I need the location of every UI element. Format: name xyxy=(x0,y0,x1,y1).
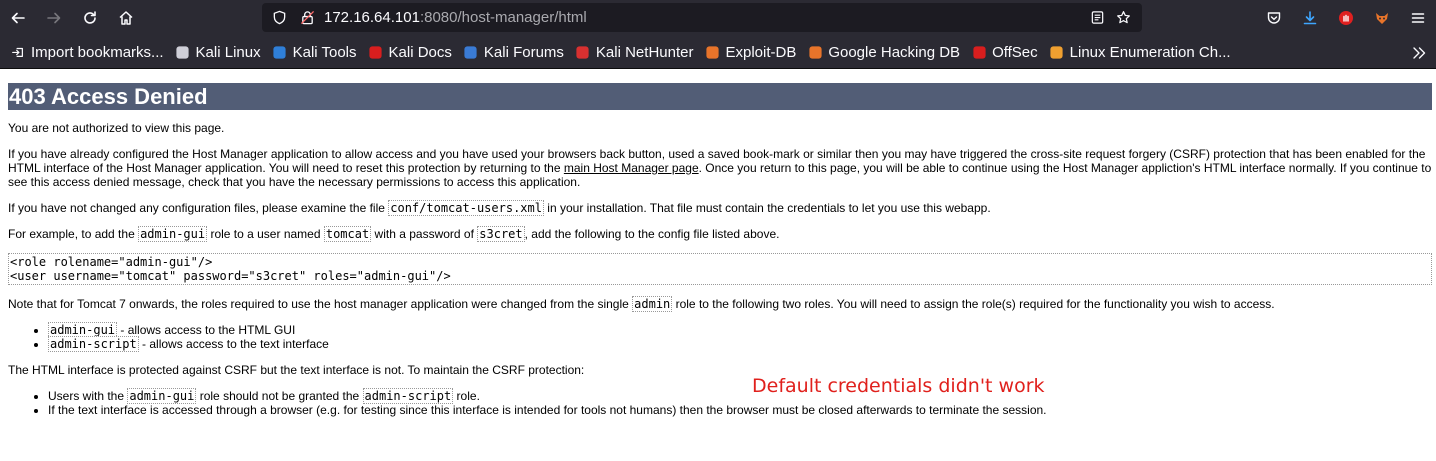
url-bar[interactable]: 172.16.64.101:8080/host-manager/html xyxy=(262,3,1142,32)
back-button[interactable] xyxy=(0,0,36,36)
bookmark-label: OffSec xyxy=(992,43,1038,61)
toolbar-right xyxy=(1256,0,1436,36)
rule-text-c: role. xyxy=(453,389,480,403)
csrf-explanation: If you have already configured the Host … xyxy=(8,147,1432,189)
bookmarks-overflow-button[interactable] xyxy=(1410,44,1428,62)
username-code: tomcat xyxy=(323,226,372,242)
foxyproxy-button[interactable] xyxy=(1364,0,1400,36)
roles-text-b: role to the following two roles. You wil… xyxy=(672,297,1275,311)
bookmark-item[interactable]: Google Hacking DB xyxy=(807,44,960,61)
hand-stop-icon xyxy=(1339,11,1353,25)
extension-button[interactable] xyxy=(1328,0,1364,36)
downloads-button[interactable] xyxy=(1292,0,1328,36)
config-text-b: in your installation. That file must con… xyxy=(543,201,991,215)
list-item: admin-script - allows access to the text… xyxy=(48,336,1432,352)
example-text-b: role to a user named xyxy=(207,227,324,241)
bookmark-item[interactable]: Exploit-DB xyxy=(704,44,796,61)
reload-button[interactable] xyxy=(72,0,108,36)
roles-list: admin-gui - allows access to the HTML GU… xyxy=(8,322,1432,352)
config-file-code: conf/tomcat-users.xml xyxy=(388,200,544,216)
app-menu-button[interactable] xyxy=(1400,0,1436,36)
arrow-right-icon xyxy=(47,12,61,24)
csrf-rules-list: Users with the admin-gui role should not… xyxy=(8,388,1432,417)
roles-text-a: Note that for Tomcat 7 onwards, the role… xyxy=(8,297,633,311)
bookmark-p-icon xyxy=(1049,44,1065,60)
main-host-manager-link[interactable]: main Host Manager page xyxy=(564,161,699,175)
example-text-a: For example, to add the xyxy=(8,227,139,241)
bookmark-item[interactable]: Kali Linux xyxy=(175,44,261,61)
home-icon xyxy=(119,11,133,25)
browser-toolbar: 172.16.64.101:8080/host-manager/html xyxy=(0,0,1436,36)
insecure-lock-icon[interactable] xyxy=(296,7,318,29)
rule-text-a: Users with the xyxy=(48,389,128,403)
example-text-d: , add the following to the config file l… xyxy=(524,227,780,241)
bookmark-label: Google Hacking DB xyxy=(828,43,961,61)
bookmark-item[interactable]: Kali Tools xyxy=(272,44,357,61)
password-code: s3cret xyxy=(477,226,525,242)
admin-gui-code: admin-gui xyxy=(127,388,197,404)
admin-gui-code: admin-gui xyxy=(138,226,208,242)
hamburger-menu-icon xyxy=(1411,13,1425,23)
tracking-shield-icon[interactable] xyxy=(268,7,290,29)
double-chevron-right-icon xyxy=(1413,47,1426,59)
example-text: For example, to add the admin-gui role t… xyxy=(8,226,1432,242)
page-heading: 403 Access Denied xyxy=(8,83,1432,110)
offsec-icon xyxy=(971,44,987,60)
rule-text-b: role should not be granted the xyxy=(196,389,363,403)
bookmark-item[interactable]: Linux Enumeration Ch... xyxy=(1049,44,1231,61)
exploit-db-icon xyxy=(704,44,720,60)
kali-tools-icon xyxy=(272,44,288,60)
pocket-icon xyxy=(1267,12,1281,24)
list-item: Users with the admin-gui role should not… xyxy=(48,388,1432,404)
url-text[interactable]: 172.16.64.101:8080/host-manager/html xyxy=(324,9,587,26)
url-port-path: :8080/host-manager/html xyxy=(419,9,587,26)
reader-view-icon[interactable] xyxy=(1084,6,1110,28)
home-button[interactable] xyxy=(108,0,144,36)
pocket-button[interactable] xyxy=(1256,0,1292,36)
url-host: 172.16.64.101 xyxy=(324,9,420,26)
list-item: admin-gui - allows access to the HTML GU… xyxy=(48,322,1432,338)
admin-script-code: admin-script xyxy=(362,388,454,404)
bookmark-item[interactable]: Kali Docs xyxy=(368,44,452,61)
role-code: admin-script xyxy=(48,336,139,352)
fox-icon xyxy=(1376,13,1388,24)
bookmark-item[interactable]: Kali Forums xyxy=(463,44,564,61)
bookmark-item[interactable]: OffSec xyxy=(971,44,1038,61)
config-snippet: <role rolename="admin-gui"/> <user usern… xyxy=(8,253,1432,285)
example-text-c: with a password of xyxy=(371,227,478,241)
bookmark-label: Linux Enumeration Ch... xyxy=(1069,43,1231,61)
kali-nethunter-icon xyxy=(575,44,591,60)
list-item: If the text interface is accessed throug… xyxy=(48,403,1432,417)
kali-forums-icon xyxy=(463,44,479,60)
bookmark-label: Kali NetHunter xyxy=(595,43,694,61)
role-description: - allows access to the HTML GUI xyxy=(117,323,296,337)
bookmark-star-icon[interactable] xyxy=(1110,6,1136,28)
tomcat7-roles-text: Note that for Tomcat 7 onwards, the role… xyxy=(8,296,1432,312)
ghdb-icon xyxy=(807,44,823,60)
import-icon xyxy=(10,44,26,60)
bookmark-label: Kali Docs xyxy=(388,43,452,61)
download-icon xyxy=(1303,11,1317,25)
bookmarks-toolbar: Import bookmarks... Kali Linux Kali Tools K… xyxy=(0,36,1436,69)
config-text-a: If you have not changed any configuratio… xyxy=(8,201,389,215)
bookmark-item[interactable]: Import bookmarks... xyxy=(10,44,164,61)
kali-docs-icon xyxy=(368,44,384,60)
reload-icon xyxy=(84,11,96,24)
bookmark-label: Kali Linux xyxy=(195,43,261,61)
bookmark-label: Kali Forums xyxy=(483,43,564,61)
bookmark-label: Kali Tools xyxy=(292,43,357,61)
arrow-left-icon xyxy=(11,12,25,24)
bookmark-label: Exploit-DB xyxy=(725,43,797,61)
admin-role-code: admin xyxy=(632,296,673,312)
role-description: - allows access to the text interface xyxy=(138,337,329,351)
kali-dragon-icon xyxy=(175,44,191,60)
page-content: 403 Access Denied You are not authorized… xyxy=(8,83,1432,417)
forward-button[interactable] xyxy=(36,0,72,36)
csrf-protection-text: The HTML interface is protected against … xyxy=(8,363,585,377)
annotation-note: Default credentials didn't work xyxy=(752,375,1045,397)
bookmark-label: Import bookmarks... xyxy=(31,43,164,61)
config-file-text: If you have not changed any configuratio… xyxy=(8,200,1432,216)
bookmark-item[interactable]: Kali NetHunter xyxy=(575,43,694,61)
not-authorized-text: You are not authorized to view this page… xyxy=(8,121,225,135)
